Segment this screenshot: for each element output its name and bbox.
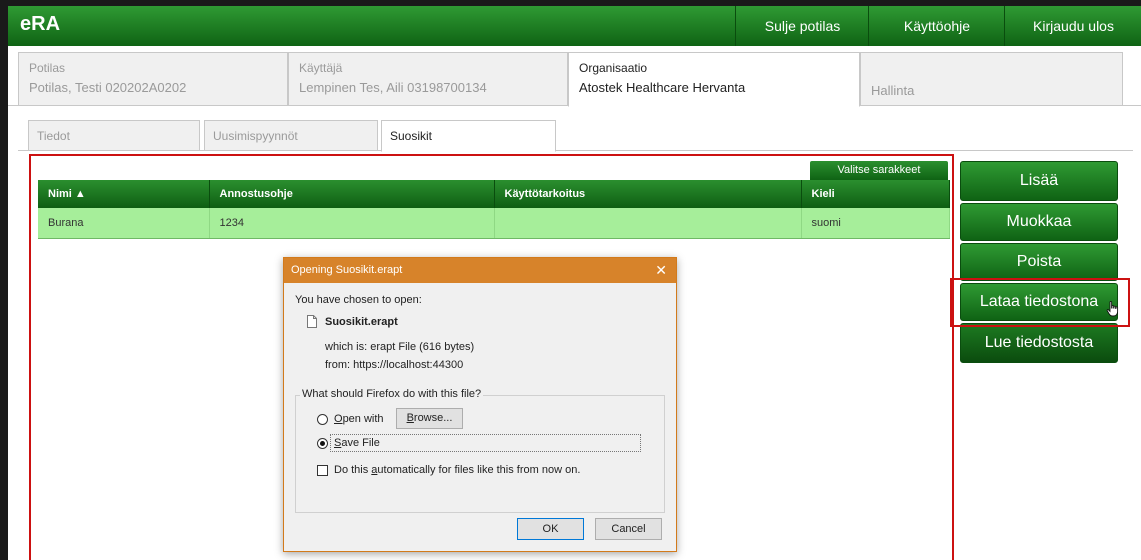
table-header-row: Nimi ▲ Annostusohje Käyttötarkoitus Kiel… (38, 180, 950, 208)
tab-patient-value: Potilas, Testi 020202A0202 (29, 80, 187, 95)
column-header-language[interactable]: Kieli (801, 180, 950, 208)
user-guide-link[interactable]: Käyttöohje (868, 6, 1005, 46)
column-header-dosage[interactable]: Annostusohje (209, 180, 495, 208)
open-with-radio[interactable] (317, 414, 328, 425)
auto-action-label: Do this automatically for files like thi… (334, 464, 581, 476)
cancel-button[interactable]: Cancel (595, 518, 662, 540)
dialog-file-source: from: https://localhost:44300 (325, 359, 464, 371)
hand-cursor-icon (1106, 301, 1119, 317)
ok-button[interactable]: OK (517, 518, 584, 540)
dialog-title: Opening Suosikit.erapt (284, 258, 676, 283)
tab-organisation[interactable]: Organisaatio Atostek Healthcare Hervanta (568, 52, 860, 107)
save-file-label: Save File (334, 437, 380, 449)
auto-action-checkbox[interactable] (317, 465, 328, 476)
save-file-radio[interactable] (317, 438, 328, 449)
table-cell: Burana (38, 208, 210, 239)
download-as-file-button[interactable]: Lataa tiedostona (960, 283, 1119, 321)
delete-button[interactable]: Poista (960, 243, 1118, 281)
tab-renewal-requests[interactable]: Uusimispyynnöt (204, 120, 378, 151)
table-cell: 1234 (209, 208, 495, 239)
tab-organisation-value: Atostek Healthcare Hervanta (579, 80, 746, 95)
tab-organisation-label: Organisaatio (579, 61, 648, 75)
open-with-label-text: pen with (342, 413, 384, 425)
table-row[interactable]: Burana 1234 suomi (38, 208, 950, 239)
column-header-purpose[interactable]: Käyttötarkoitus (494, 180, 802, 208)
download-dialog: Opening Suosikit.erapt ✕ You have chosen… (283, 257, 677, 552)
dialog-file-type: which is: erapt File (616 bytes) (325, 341, 475, 353)
table-cell (494, 208, 802, 239)
dialog-filename: Suosikit.erapt (325, 316, 398, 328)
table-cell: suomi (801, 208, 950, 239)
save-file-option[interactable]: Save File (330, 434, 641, 452)
tab-favourites[interactable]: Suosikit (381, 120, 556, 152)
action-question: What should Firefox do with this file? (300, 388, 484, 400)
tab-admin[interactable]: Hallinta (860, 52, 1123, 106)
column-header-name[interactable]: Nimi ▲ (38, 180, 210, 208)
tab-user-label: Käyttäjä (299, 61, 343, 75)
top-bar: eRA Sulje potilas Käyttöohje Kirjaudu ul… (8, 6, 1141, 46)
tab-details[interactable]: Tiedot (28, 120, 200, 151)
tab-user[interactable]: Käyttäjä Lempinen Tes, Aili 03198700134 (288, 52, 568, 106)
add-button[interactable]: Lisää (960, 161, 1118, 201)
app-logo: eRA (20, 13, 61, 35)
logout-link[interactable]: Kirjaudu ulos (1004, 6, 1141, 46)
close-icon[interactable]: ✕ (655, 258, 667, 283)
favourites-table: Nimi ▲ Annostusohje Käyttötarkoitus Kiel… (38, 180, 950, 239)
tab-patient-label: Potilas (29, 61, 66, 75)
edit-button[interactable]: Muokkaa (960, 203, 1118, 241)
tab-admin-label: Hallinta (871, 83, 915, 98)
tab-patient[interactable]: Potilas Potilas, Testi 020202A0202 (18, 52, 288, 106)
dialog-intro: You have chosen to open: (295, 294, 422, 306)
read-from-file-button[interactable]: Lue tiedostosta (960, 323, 1118, 363)
download-as-file-label: Lataa tiedostona (979, 293, 1099, 310)
select-columns-button[interactable]: Valitse sarakkeet (810, 161, 948, 180)
browse-button[interactable]: Browse... (396, 408, 463, 429)
open-with-label: Open with (334, 413, 384, 425)
close-patient-link[interactable]: Sulje potilas (735, 6, 869, 46)
file-icon (307, 315, 317, 328)
tab-user-value: Lempinen Tes, Aili 03198700134 (299, 80, 487, 95)
